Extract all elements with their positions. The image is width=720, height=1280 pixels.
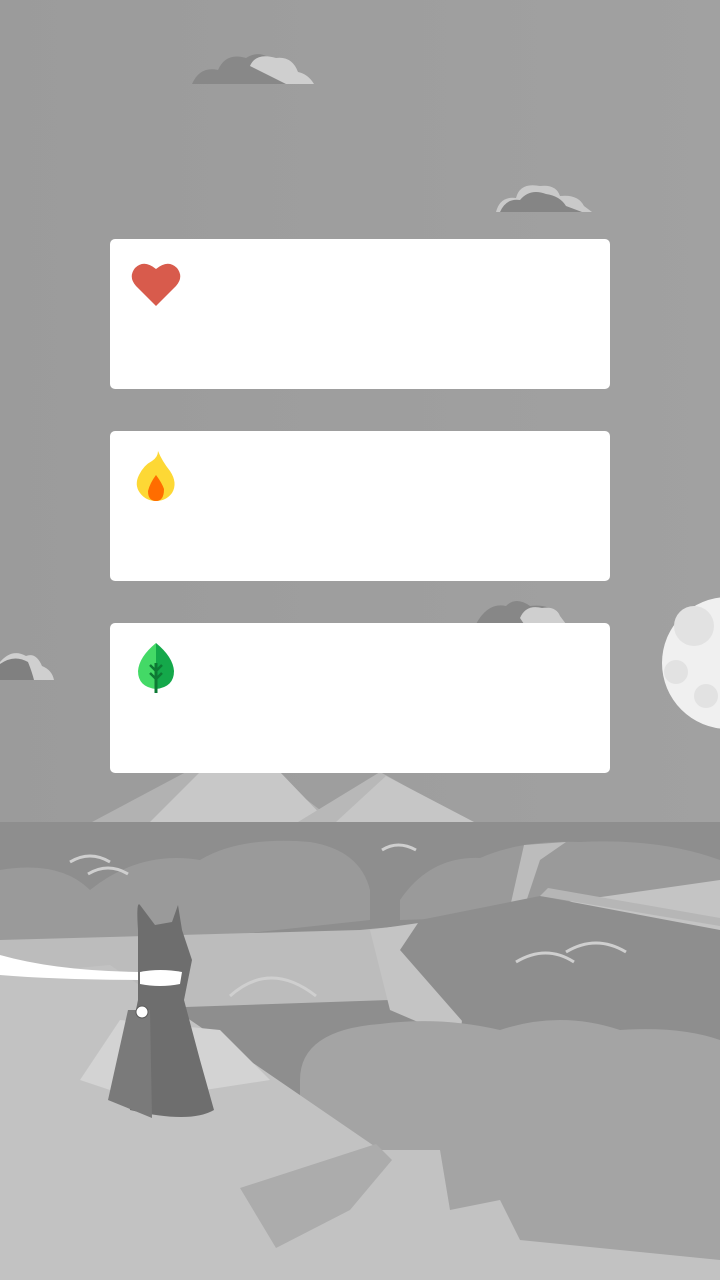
flame-icon: [130, 451, 182, 503]
moon: [662, 597, 720, 729]
card-leaf[interactable]: [110, 623, 610, 773]
card-flame[interactable]: [110, 431, 610, 581]
cloud-left: [0, 653, 54, 680]
mountains: [92, 772, 474, 822]
heart-icon: [130, 259, 182, 311]
leaf-icon: [130, 643, 182, 695]
cloud-top: [192, 54, 314, 84]
card-heart[interactable]: [110, 239, 610, 389]
cloud-right: [496, 185, 592, 212]
cloud-middle: [476, 601, 566, 624]
